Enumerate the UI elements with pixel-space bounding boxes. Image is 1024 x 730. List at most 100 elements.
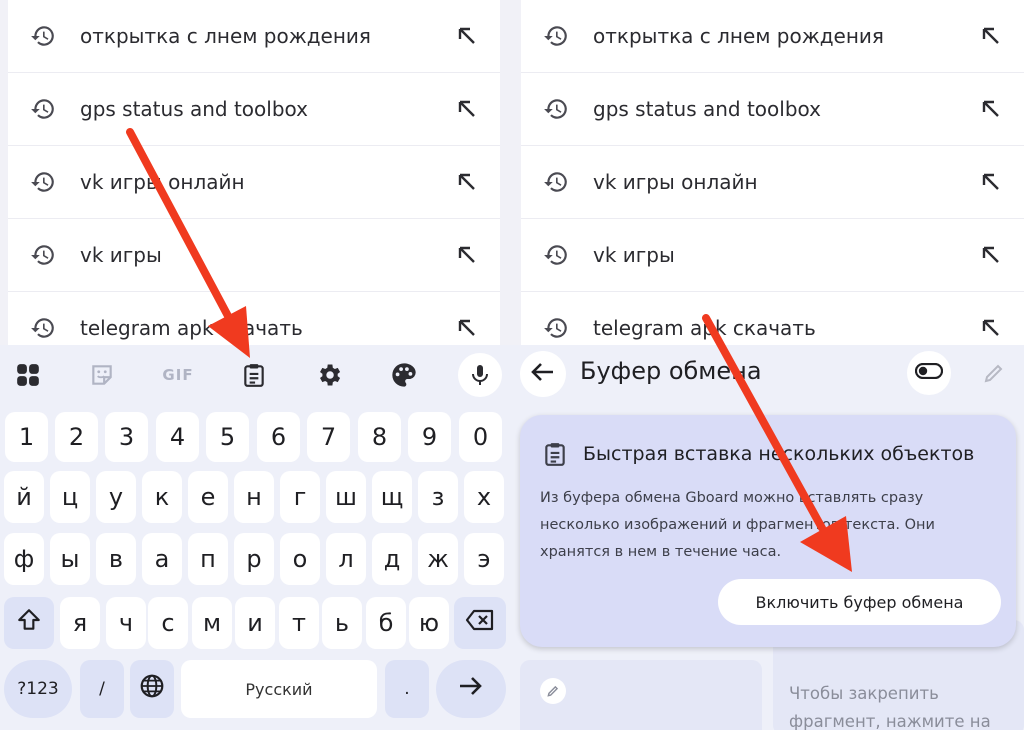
- pencil-icon[interactable]: [976, 355, 1012, 391]
- key[interactable]: 2: [55, 412, 98, 462]
- space-key[interactable]: Русский: [181, 660, 377, 718]
- mic-icon[interactable]: [458, 353, 502, 397]
- suggestion-row[interactable]: vk игры: [521, 219, 1024, 292]
- suggestion-text: vk игры: [80, 243, 162, 267]
- clipboard-icon[interactable]: [232, 353, 276, 397]
- key[interactable]: е: [188, 471, 228, 523]
- key[interactable]: ц: [50, 471, 90, 523]
- key[interactable]: а: [142, 533, 182, 585]
- north-west-arrow-icon[interactable]: [976, 94, 1006, 124]
- key[interactable]: 8: [358, 412, 401, 462]
- key[interactable]: ь: [322, 597, 362, 649]
- apps-grid-icon[interactable]: [6, 353, 50, 397]
- clipboard-tip-card: Быстрая вставка нескольких объектов Из б…: [520, 415, 1016, 647]
- key[interactable]: ю: [409, 597, 449, 649]
- key[interactable]: з: [418, 471, 458, 523]
- gif-button[interactable]: GIF: [156, 353, 200, 397]
- keyboard-keys: 1 2 3 4 5 6 7 8 9 0 й ц у к е н г ш щ з …: [0, 405, 512, 730]
- gear-icon[interactable]: [307, 353, 351, 397]
- key[interactable]: 3: [105, 412, 148, 462]
- key[interactable]: п: [188, 533, 228, 585]
- period-key[interactable]: .: [385, 660, 429, 718]
- tip-title: Быстрая вставка нескольких объектов: [583, 443, 975, 465]
- history-icon: [28, 313, 58, 343]
- key[interactable]: ы: [50, 533, 90, 585]
- suggestion-row[interactable]: открытка с лнем рождения: [521, 0, 1024, 73]
- palette-icon[interactable]: [382, 353, 426, 397]
- key[interactable]: щ: [372, 471, 412, 523]
- key[interactable]: 0: [459, 412, 502, 462]
- right-screen: открытка с лнем рождения gps status and …: [512, 0, 1024, 730]
- globe-icon: [139, 673, 165, 705]
- key[interactable]: ч: [106, 597, 146, 649]
- suggestion-text: gps status and toolbox: [593, 97, 821, 121]
- history-icon: [28, 167, 58, 197]
- key[interactable]: ф: [4, 533, 44, 585]
- key[interactable]: м: [192, 597, 232, 649]
- key[interactable]: ж: [418, 533, 458, 585]
- key[interactable]: 4: [156, 412, 199, 462]
- shift-key[interactable]: [4, 597, 54, 649]
- key[interactable]: я: [60, 597, 100, 649]
- language-key[interactable]: [130, 660, 174, 718]
- shift-icon: [16, 607, 42, 639]
- enable-clipboard-button[interactable]: Включить буфер обмена: [718, 579, 1001, 625]
- suggestion-text: vk игры онлайн: [80, 170, 245, 194]
- key[interactable]: 5: [206, 412, 249, 462]
- back-button[interactable]: [520, 351, 566, 397]
- clipboard-title: Буфер обмена: [580, 357, 762, 385]
- suggestion-text: telegram apk скачать: [80, 316, 303, 340]
- sticker-icon[interactable]: [80, 353, 124, 397]
- history-icon: [541, 94, 571, 124]
- key[interactable]: б: [366, 597, 406, 649]
- key[interactable]: н: [234, 471, 274, 523]
- suggestion-row[interactable]: gps status and toolbox: [8, 73, 500, 146]
- north-west-arrow-icon[interactable]: [976, 21, 1006, 51]
- north-west-arrow-icon[interactable]: [452, 21, 482, 51]
- pin-hint-text: Чтобы закрепить фрагмент, нажмите на: [789, 684, 991, 730]
- suggestion-row[interactable]: vk игры: [8, 219, 500, 292]
- key[interactable]: х: [464, 471, 504, 523]
- key[interactable]: э: [464, 533, 504, 585]
- key[interactable]: 6: [257, 412, 300, 462]
- north-west-arrow-icon[interactable]: [976, 313, 1006, 343]
- north-west-arrow-icon[interactable]: [452, 240, 482, 270]
- key[interactable]: у: [96, 471, 136, 523]
- history-icon: [541, 313, 571, 343]
- suggestion-text: vk игры онлайн: [593, 170, 758, 194]
- enter-key[interactable]: [436, 660, 506, 718]
- slash-key[interactable]: /: [80, 660, 124, 718]
- suggestion-row[interactable]: vk игры онлайн: [8, 146, 500, 219]
- search-suggestions: открытка с лнем рождения gps status and …: [521, 0, 1024, 365]
- north-west-arrow-icon[interactable]: [452, 94, 482, 124]
- north-west-arrow-icon[interactable]: [452, 167, 482, 197]
- backspace-key[interactable]: [454, 597, 506, 649]
- key[interactable]: в: [96, 533, 136, 585]
- key[interactable]: к: [142, 471, 182, 523]
- key[interactable]: л: [326, 533, 366, 585]
- suggestion-row[interactable]: открытка с лнем рождения: [8, 0, 500, 73]
- symbols-key[interactable]: ?123: [4, 660, 72, 718]
- key[interactable]: и: [235, 597, 275, 649]
- key[interactable]: 1: [5, 412, 48, 462]
- north-west-arrow-icon[interactable]: [976, 167, 1006, 197]
- key[interactable]: с: [148, 597, 188, 649]
- key[interactable]: р: [234, 533, 274, 585]
- search-suggestions: открытка с лнем рождения gps status and …: [8, 0, 500, 365]
- key[interactable]: й: [4, 471, 44, 523]
- suggestion-row[interactable]: vk игры онлайн: [521, 146, 1024, 219]
- history-icon: [28, 94, 58, 124]
- key[interactable]: о: [280, 533, 320, 585]
- key[interactable]: 9: [408, 412, 451, 462]
- key[interactable]: д: [372, 533, 412, 585]
- enter-arrow-icon: [458, 675, 484, 703]
- suggestion-row[interactable]: gps status and toolbox: [521, 73, 1024, 146]
- left-screen: открытка с лнем рождения gps status and …: [0, 0, 512, 730]
- north-west-arrow-icon[interactable]: [976, 240, 1006, 270]
- north-west-arrow-icon[interactable]: [452, 313, 482, 343]
- key[interactable]: т: [279, 597, 319, 649]
- clipboard-toggle[interactable]: [907, 351, 951, 395]
- key[interactable]: ш: [326, 471, 366, 523]
- key[interactable]: г: [280, 471, 320, 523]
- key[interactable]: 7: [307, 412, 350, 462]
